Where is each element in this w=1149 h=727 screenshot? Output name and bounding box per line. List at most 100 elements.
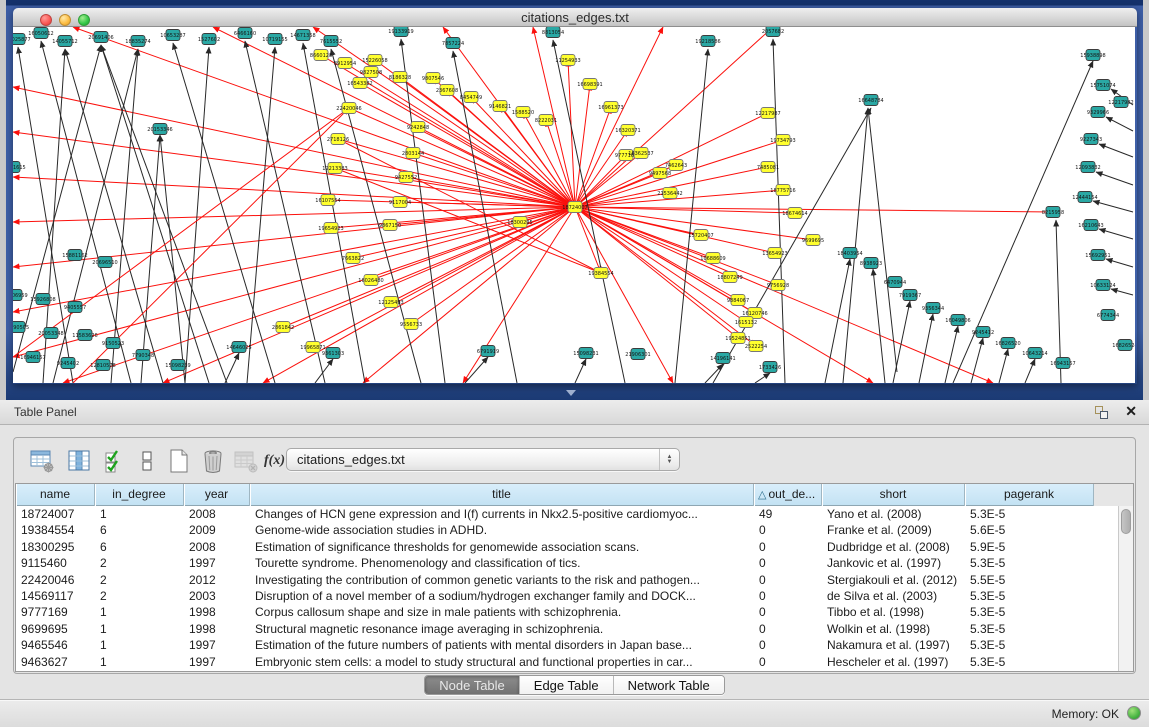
- table-cell[interactable]: 5.3E-5: [965, 654, 1094, 670]
- float-panel-icon[interactable]: [1095, 406, 1109, 420]
- table-cell[interactable]: Investigating the contribution of common…: [250, 572, 754, 588]
- table-cell[interactable]: Yano et al. (2008): [822, 506, 965, 522]
- table-cell[interactable]: 9777169: [16, 604, 95, 620]
- table-cell[interactable]: 1997: [184, 555, 250, 571]
- table-cell[interactable]: 2012: [184, 572, 250, 588]
- select-column-icon[interactable]: [66, 448, 92, 474]
- table-cell[interactable]: Tibbo et al. (1998): [822, 604, 965, 620]
- table-cell[interactable]: 1: [95, 654, 184, 670]
- table-cell[interactable]: Hescheler et al. (1997): [822, 654, 965, 670]
- table-cell[interactable]: 5.3E-5: [965, 588, 1094, 604]
- close-panel-icon[interactable]: ✕: [1125, 403, 1137, 420]
- table-cell[interactable]: 19384554: [16, 522, 95, 538]
- table-row[interactable]: 969969511998Structural magnetic resonanc…: [16, 621, 1133, 637]
- table-cell[interactable]: 1: [95, 604, 184, 620]
- table-cell[interactable]: 1997: [184, 654, 250, 670]
- table-row[interactable]: 911546021997Tourette syndrome. Phenomeno…: [16, 555, 1133, 571]
- table-cell[interactable]: 1998: [184, 604, 250, 620]
- table-cell[interactable]: 1998: [184, 621, 250, 637]
- table-cell[interactable]: 5.5E-5: [965, 572, 1094, 588]
- table-cell[interactable]: 49: [754, 506, 822, 522]
- tab-node-table[interactable]: Node Table: [425, 676, 520, 695]
- splitter-handle-icon[interactable]: [566, 390, 576, 396]
- table-cell[interactable]: 0: [754, 522, 822, 538]
- table-cell[interactable]: Stergiakouli et al. (2012): [822, 572, 965, 588]
- table-cell[interactable]: Disruption of a novel member of a sodium…: [250, 588, 754, 604]
- table-cell[interactable]: 0: [754, 555, 822, 571]
- scrollbar-thumb[interactable]: [1121, 509, 1131, 534]
- table-settings-icon[interactable]: [29, 448, 55, 474]
- table-cell[interactable]: 9463627: [16, 654, 95, 670]
- table-cell[interactable]: Estimation of significance thresholds fo…: [250, 539, 754, 555]
- network-window[interactable]: citations_edges.txt 19025877160506121405…: [13, 8, 1137, 384]
- table-row[interactable]: 2242004622012Investigating the contribut…: [16, 572, 1133, 588]
- table-cell[interactable]: Wolkin et al. (1998): [822, 621, 965, 637]
- network-canvas-svg[interactable]: 1902587716050612140557122069140618835274…: [13, 27, 1135, 383]
- table-cell[interactable]: 5.3E-5: [965, 604, 1094, 620]
- table-cell[interactable]: 0: [754, 654, 822, 670]
- column-header-title[interactable]: title: [250, 484, 754, 506]
- table-cell[interactable]: Franke et al. (2009): [822, 522, 965, 538]
- row-check-icon[interactable]: [102, 448, 128, 474]
- trash-icon[interactable]: [200, 448, 226, 474]
- table-cell[interactable]: 0: [754, 604, 822, 620]
- table-cell[interactable]: Changes of HCN gene expression and I(f) …: [250, 506, 754, 522]
- table-cell[interactable]: Jankovic et al. (1997): [822, 555, 965, 571]
- tab-network-table[interactable]: Network Table: [614, 676, 724, 695]
- column-header-short[interactable]: short: [822, 484, 965, 506]
- table-row[interactable]: 1872400712008Changes of HCN gene express…: [16, 506, 1133, 522]
- new-file-icon[interactable]: [166, 448, 192, 474]
- table-row[interactable]: 1938455462009Genome-wide association stu…: [16, 522, 1133, 538]
- table-cell[interactable]: Tourette syndrome. Phenomenology and cla…: [250, 555, 754, 571]
- table-cell[interactable]: 9465546: [16, 637, 95, 653]
- table-cell[interactable]: 2009: [184, 522, 250, 538]
- table-cell[interactable]: 1: [95, 506, 184, 522]
- table-cell[interactable]: 6: [95, 539, 184, 555]
- table-cell[interactable]: 1: [95, 621, 184, 637]
- column-header-year[interactable]: year: [184, 484, 250, 506]
- column-header-out_de[interactable]: △out_de...: [754, 484, 822, 506]
- table-cell[interactable]: 2: [95, 588, 184, 604]
- table-row[interactable]: 977716911998Corpus callosum shape and si…: [16, 604, 1133, 620]
- table-row[interactable]: 946554611997Estimation of the future num…: [16, 637, 1133, 653]
- table-cell[interactable]: 5.3E-5: [965, 637, 1094, 653]
- table-cell[interactable]: 5.9E-5: [965, 539, 1094, 555]
- table-cell[interactable]: Structural magnetic resonance image aver…: [250, 621, 754, 637]
- table-cell[interactable]: 0: [754, 572, 822, 588]
- table-cell[interactable]: 2: [95, 572, 184, 588]
- table-scrollbar[interactable]: [1118, 506, 1133, 671]
- table-cell[interactable]: Corpus callosum shape and size in male p…: [250, 604, 754, 620]
- table-cell[interactable]: 22420046: [16, 572, 95, 588]
- table-cell[interactable]: 1: [95, 637, 184, 653]
- rows-icon[interactable]: [134, 448, 160, 474]
- table-cell[interactable]: Dudbridge et al. (2008): [822, 539, 965, 555]
- network-canvas[interactable]: 1902587716050612140557122069140618835274…: [13, 27, 1135, 383]
- table-cell[interactable]: 0: [754, 588, 822, 604]
- table-cell[interactable]: 5.3E-5: [965, 506, 1094, 522]
- table-row[interactable]: 1456911722003Disruption of a novel membe…: [16, 588, 1133, 604]
- table-cell[interactable]: Embryonic stem cells: a model to study s…: [250, 654, 754, 670]
- column-header-pagerank[interactable]: pagerank: [965, 484, 1094, 506]
- table-cell[interactable]: 6: [95, 522, 184, 538]
- table-cell[interactable]: 14569117: [16, 588, 95, 604]
- table-cell[interactable]: 0: [754, 637, 822, 653]
- table-cell[interactable]: de Silva et al. (2003): [822, 588, 965, 604]
- network-window-titlebar[interactable]: citations_edges.txt: [13, 8, 1137, 27]
- table-cell[interactable]: 5.3E-5: [965, 621, 1094, 637]
- table-cell[interactable]: 2: [95, 555, 184, 571]
- table-row[interactable]: 1830029562008Estimation of significance …: [16, 539, 1133, 555]
- table-cell[interactable]: 0: [754, 621, 822, 637]
- column-header-in_degree[interactable]: in_degree: [95, 484, 184, 506]
- tab-edge-table[interactable]: Edge Table: [520, 676, 614, 695]
- table-cell[interactable]: 5.6E-5: [965, 522, 1094, 538]
- table-cell[interactable]: 2008: [184, 539, 250, 555]
- table-cell[interactable]: 1997: [184, 637, 250, 653]
- table-cell[interactable]: 18724007: [16, 506, 95, 522]
- table-cell[interactable]: 2008: [184, 506, 250, 522]
- table-cell[interactable]: Nakamura et al. (1997): [822, 637, 965, 653]
- table-cell[interactable]: 9115460: [16, 555, 95, 571]
- table-cell[interactable]: 9699695: [16, 621, 95, 637]
- table-selector-combo[interactable]: citations_edges.txt ▲▼: [286, 448, 680, 471]
- table-cell[interactable]: Genome-wide association studies in ADHD.: [250, 522, 754, 538]
- table-cell[interactable]: 5.3E-5: [965, 555, 1094, 571]
